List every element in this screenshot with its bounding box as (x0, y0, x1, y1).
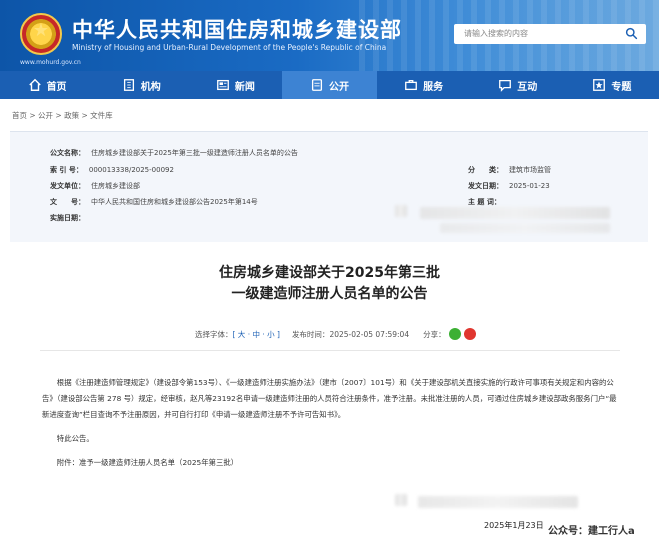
article-meta: 选择字体： [ 大 · 中 · 小 ] 发布时间： 2025-02-05 07:… (195, 328, 476, 340)
site-subtitle: Ministry of Housing and Urban-Rural Deve… (72, 43, 387, 52)
nav-item-interaction[interactable]: 互动 (471, 71, 565, 99)
nav-label: 首页 (46, 81, 67, 93)
article-paragraph-closing: 特此公告。 (56, 434, 94, 443)
nav-item-public[interactable]: 公开 (282, 71, 377, 99)
info-value: 中华人民共和国住房和城乡建设部公告2025年第14号 (91, 198, 258, 206)
nav-item-service[interactable]: 服务 (377, 71, 471, 99)
site-title[interactable]: 中华人民共和国住房和城乡建设部 (72, 14, 402, 44)
topic-icon (593, 79, 606, 91)
info-label: 主 题 词： (468, 198, 501, 206)
info-label: 索 引 号： (50, 166, 83, 174)
nav-label: 服务 (423, 81, 444, 93)
info-value: 000013338/2025-00092 (88, 166, 174, 174)
info-value: 2025-01-23 (509, 182, 550, 190)
info-value: 住房城乡建设部 (91, 182, 140, 190)
blurred-region (395, 205, 407, 217)
info-label: 发文单位： (50, 182, 85, 190)
site-header: ★ 中华人民共和国住房和城乡建设部 Ministry of Housing an… (0, 0, 659, 71)
info-label: 发文日期： (468, 182, 503, 190)
info-wenhao: 文 号： 中华人民共和国住房和城乡建设部公告2025年第14号 (50, 197, 258, 207)
nav-label: 专题 (611, 81, 632, 93)
search-icon[interactable] (625, 27, 638, 40)
info-fawen-riqi: 发文日期： 2025-01-23 (468, 181, 550, 191)
font-size-label: 选择字体： (195, 329, 233, 339)
nav-item-home[interactable]: 首页 (0, 71, 94, 99)
blurred-region (440, 223, 610, 233)
info-zhuti: 主 题 词： (468, 197, 501, 207)
national-emblem-icon: ★ (20, 13, 62, 55)
weibo-share-icon[interactable] (463, 328, 476, 340)
nav-label: 互动 (517, 81, 538, 93)
info-label: 文 号： (50, 198, 85, 206)
share-label: 分享： (423, 329, 446, 339)
info-suoyin: 索 引 号： 000013338/2025-00092 (50, 165, 174, 175)
document-info-box: 公文名称： 住房城乡建设部关于2025年第三批一级建造师注册人员名单的公告 索 引… (10, 131, 648, 242)
publish-time-label: 发布时间： (291, 329, 330, 339)
nav-item-institutions[interactable]: 机构 (94, 71, 188, 99)
info-label: 公文名称： (50, 149, 85, 157)
article-title-line1: 住房城乡建设部关于2025年第三批 (219, 265, 440, 281)
main-nav: 首页 机构 新闻 公开 服务 互动 专题 (0, 71, 659, 99)
divider (40, 350, 620, 351)
search-placeholder: 请输入搜索的内容 (464, 29, 528, 38)
info-value: 建筑市场监管 (509, 166, 551, 174)
news-icon (216, 79, 229, 91)
blurred-region (420, 207, 610, 219)
article-paragraph-body: 根据《注册建造师管理规定》（建设部令第153号）、《一级建造师注册实施办法》（建… (42, 378, 617, 419)
info-fawen-danwei: 发文单位： 住房城乡建设部 (50, 181, 140, 191)
nav-label: 公开 (328, 81, 349, 93)
watermark-text: 公众号：建工行人a (548, 526, 635, 537)
blurred-region (418, 496, 578, 508)
info-fenlei: 分 类： 建筑市场监管 (468, 165, 551, 175)
nav-label: 机构 (140, 81, 161, 93)
blurred-region (395, 494, 407, 506)
info-value: 住房城乡建设部关于2025年第三批一级建造师注册人员名单的公告 (91, 149, 298, 157)
nav-item-topics[interactable]: 专题 (565, 71, 659, 99)
breadcrumb[interactable]: 首页 > 公开 > 政策 > 文件库 (12, 110, 113, 121)
chat-icon (499, 79, 512, 92)
nav-item-news[interactable]: 新闻 (188, 71, 282, 99)
info-label: 实施日期： (50, 214, 85, 222)
font-size-switcher[interactable]: [ 大 · 中 · 小 ] (233, 329, 280, 340)
home-icon (28, 78, 41, 91)
article-title-line2: 一级建造师注册人员名单的公告 (231, 286, 428, 302)
info-label: 分 类： (468, 166, 503, 174)
article-attachment[interactable]: 附件：准予一级建造师注册人员名单（2025年第三批） (42, 455, 622, 471)
info-gongwen: 公文名称： 住房城乡建设部关于2025年第三批一级建造师注册人员名单的公告 (50, 148, 298, 158)
info-shishi: 实施日期： (50, 213, 85, 223)
wechat-share-icon[interactable] (448, 328, 461, 340)
document-icon (311, 79, 323, 91)
search-input[interactable]: 请输入搜索的内容 (454, 24, 646, 44)
article-date: 2025年1月23日 (484, 521, 544, 530)
building-icon (123, 79, 134, 91)
nav-label: 新闻 (234, 81, 255, 93)
site-url: www.mohurd.gov.cn (20, 59, 81, 66)
service-icon (405, 79, 418, 91)
publish-time: 2025-02-05 07:59:04 (329, 329, 410, 339)
